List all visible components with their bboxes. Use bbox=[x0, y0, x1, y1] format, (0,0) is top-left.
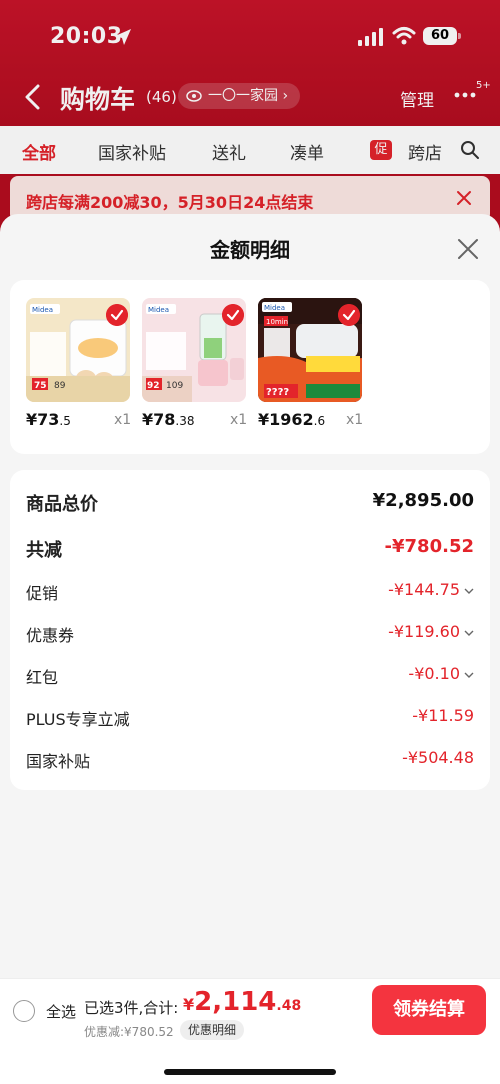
summary-value: -¥780.52 bbox=[384, 536, 474, 557]
selected-check-icon[interactable] bbox=[106, 304, 128, 326]
brand-logo: Midea bbox=[32, 306, 53, 314]
brand-logo: Midea bbox=[148, 306, 169, 314]
tab-all[interactable]: 全部 bbox=[22, 139, 56, 164]
price-tag: 92 bbox=[147, 381, 160, 391]
category-tabs: 全部 国家补贴 送礼 凑单 促 跨店 bbox=[0, 126, 500, 174]
family-selector[interactable]: 一〇一家园 › bbox=[178, 83, 301, 109]
product-qty: x1 bbox=[114, 412, 132, 428]
summary-reduction-row: 共减 -¥780.52 bbox=[26, 532, 474, 562]
tab-cross-store[interactable]: 跨店 bbox=[408, 139, 442, 164]
message-badge: 5+ bbox=[476, 80, 491, 91]
close-icon[interactable] bbox=[457, 238, 479, 260]
summary-label: 优惠券 bbox=[26, 626, 75, 645]
page-title: 购物车 bbox=[60, 85, 136, 114]
close-icon[interactable] bbox=[456, 190, 472, 206]
product-price: ¥1962.6 bbox=[258, 410, 326, 429]
summary-row-plus: PLUS专享立减 -¥11.59 bbox=[26, 702, 474, 732]
price-tag: 109 bbox=[166, 381, 183, 391]
amount-detail-sheet: 金额明细 Midea 75 89 ¥73.5 x1 Midea 92 109 ¥… bbox=[0, 214, 500, 1083]
summary-label: 商品总价 bbox=[26, 494, 98, 515]
back-arrow-icon[interactable] bbox=[24, 84, 42, 110]
family-label: 一〇一家园 bbox=[208, 88, 278, 104]
eye-icon bbox=[186, 90, 202, 102]
tab-national-subsidy[interactable]: 国家补贴 bbox=[98, 139, 166, 164]
product-qty: x1 bbox=[346, 412, 364, 428]
chevron-down-icon[interactable] bbox=[464, 672, 474, 678]
price-tag: 89 bbox=[54, 381, 66, 391]
chevron-down-icon[interactable] bbox=[464, 588, 474, 594]
summary-row-promotion[interactable]: 促销 -¥144.75 bbox=[26, 576, 474, 606]
select-all-label[interactable]: 全选 bbox=[46, 1001, 76, 1022]
summary-label: 国家补贴 bbox=[26, 752, 91, 771]
location-arrow-icon bbox=[115, 29, 131, 45]
summary-value: -¥119.60 bbox=[388, 622, 460, 641]
summary-label: 共减 bbox=[26, 540, 62, 561]
selected-check-icon[interactable] bbox=[338, 304, 360, 326]
summary-total-row: 商品总价 ¥2,895.00 bbox=[26, 486, 474, 516]
summary-label: PLUS专享立减 bbox=[26, 710, 130, 729]
summary-label: 红包 bbox=[26, 668, 59, 687]
summary-value: ¥2,895.00 bbox=[372, 490, 474, 511]
checkout-button[interactable]: 领券结算 bbox=[372, 985, 486, 1035]
promo-banner-text: 跨店每满200减30，5月30日24点结束 bbox=[26, 193, 314, 212]
wifi-icon bbox=[392, 27, 416, 45]
tab-bundle[interactable]: 凑单 bbox=[290, 139, 324, 164]
product-qty: x1 bbox=[230, 412, 248, 428]
more-dots-icon[interactable] bbox=[454, 92, 476, 98]
selected-check-icon[interactable] bbox=[222, 304, 244, 326]
home-indicator bbox=[164, 1069, 336, 1075]
summary-label: 促销 bbox=[26, 584, 59, 603]
brand-logo: Midea bbox=[264, 304, 285, 312]
price-tag: ???? bbox=[266, 387, 289, 398]
promo-tag: 10min bbox=[266, 318, 288, 326]
discount-total: 优惠减:¥780.52 bbox=[84, 1025, 174, 1039]
selected-summary: 已选3件,合计: bbox=[84, 999, 179, 1017]
status-bar: 20:03 60 bbox=[0, 0, 500, 72]
battery-indicator: 60 bbox=[423, 27, 461, 45]
checkout-bar: 全选 已选3件,合计: ¥2,114.48 优惠减:¥780.52 优惠明细 领… bbox=[0, 978, 500, 1084]
cart-count: (46) bbox=[146, 88, 177, 106]
amount-summary: 商品总价 ¥2,895.00 共减 -¥780.52 促销 -¥144.75 优… bbox=[10, 470, 490, 790]
product-list: Midea 75 89 ¥73.5 x1 Midea 92 109 ¥78.38… bbox=[10, 280, 490, 454]
summary-row-red-packet[interactable]: 红包 -¥0.10 bbox=[26, 660, 474, 690]
sheet-title: 金额明细 bbox=[210, 238, 290, 262]
total-amount: ¥2,114.48 bbox=[183, 987, 302, 1017]
tab-gift[interactable]: 送礼 bbox=[212, 139, 246, 164]
nav-bar: 购物车 (46) 一〇一家园 › 管理 5+ bbox=[0, 72, 500, 122]
promo-badge: 促 bbox=[370, 140, 392, 160]
select-all-radio[interactable] bbox=[13, 1000, 35, 1022]
product-price: ¥78.38 bbox=[142, 410, 195, 429]
discount-detail-button[interactable]: 优惠明细 bbox=[180, 1020, 245, 1040]
status-time: 20:03 bbox=[50, 24, 123, 49]
summary-row-subsidy: 国家补贴 -¥504.48 bbox=[26, 744, 474, 774]
cellular-signal-icon bbox=[358, 28, 383, 46]
search-icon[interactable] bbox=[460, 140, 480, 160]
chevron-down-icon[interactable] bbox=[464, 630, 474, 636]
summary-value: -¥504.48 bbox=[402, 748, 474, 767]
summary-value: -¥0.10 bbox=[408, 664, 460, 683]
summary-value: -¥144.75 bbox=[388, 580, 460, 599]
price-tag: 75 bbox=[34, 381, 47, 391]
manage-button[interactable]: 管理 bbox=[400, 86, 434, 111]
summary-value: -¥11.59 bbox=[412, 706, 474, 725]
summary-row-coupon[interactable]: 优惠券 -¥119.60 bbox=[26, 618, 474, 648]
product-price: ¥73.5 bbox=[26, 410, 71, 429]
